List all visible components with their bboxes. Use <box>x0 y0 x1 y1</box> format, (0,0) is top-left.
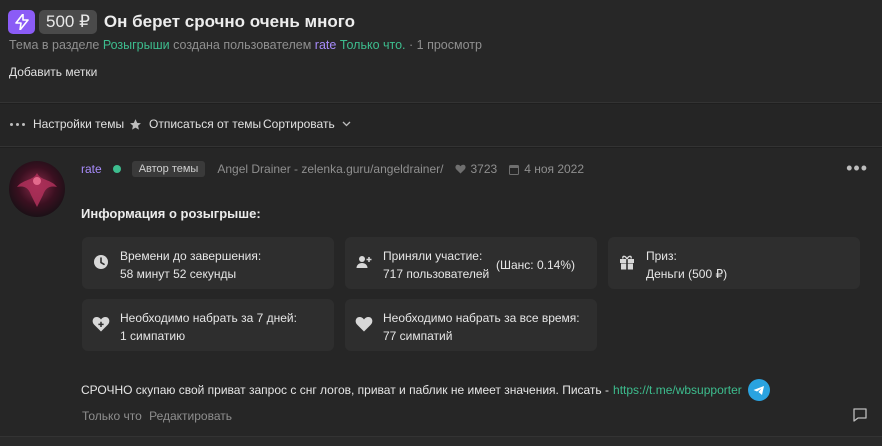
add-tags-link[interactable]: Добавить метки <box>9 65 97 79</box>
need-7-days-label: Необходимо набрать за 7 дней: <box>120 311 297 325</box>
meta-time[interactable]: Только что. <box>340 38 406 52</box>
calendar-icon <box>509 164 520 175</box>
giveaway-info-title: Информация о розыгрыше: <box>81 206 261 221</box>
post-date[interactable]: 4 ноя 2022 <box>509 162 584 176</box>
time-left-value: 58 минут 52 секунды <box>120 267 237 281</box>
thread-meta: Тема в разделе Розыгрыши создана пользов… <box>9 38 482 52</box>
heart-icon <box>355 315 373 333</box>
telegram-icon[interactable] <box>747 379 770 401</box>
user-plus-icon <box>355 253 373 271</box>
reply-icon[interactable] <box>852 407 868 428</box>
prize-value: Деньги (500 ₽) <box>646 267 728 281</box>
thread-header: 500 ₽ Он берет срочно очень много Тема в… <box>0 0 882 103</box>
card-participants: Приняли участие: 717 пользователей (Шанс… <box>345 237 597 289</box>
author-badge: Автор темы <box>131 161 206 177</box>
telegram-link[interactable]: https://t.me/wbsupporter <box>613 383 742 397</box>
meta-created-by: создана пользователем <box>173 38 312 52</box>
sort-dropdown[interactable]: Сортировать <box>263 117 351 131</box>
heart-plus-icon <box>92 315 110 333</box>
prize-label: Приз: <box>646 249 677 263</box>
price-badge: 500 ₽ <box>39 10 97 34</box>
card-time-left: Времени до завершения: 58 минут 52 секун… <box>82 237 334 289</box>
post-footer: Только что Редактировать <box>82 409 232 423</box>
meta-separator: · <box>409 38 414 52</box>
online-indicator <box>112 165 121 173</box>
participants-value: 717 пользователей <box>383 267 490 281</box>
thread-settings-button[interactable]: Настройки темы <box>10 117 124 131</box>
need-all-time-label: Необходимо набрать за все время: <box>383 311 580 325</box>
meta-prefix: Тема в разделе <box>9 38 100 52</box>
more-options-icon[interactable]: ••• <box>846 158 868 179</box>
clock-icon <box>92 253 110 271</box>
thread-toolbar: Настройки темы Отписаться от темы Сортир… <box>0 104 882 147</box>
time-left-label: Времени до завершения: <box>120 249 262 263</box>
participants-chance: (Шанс: 0.14%) <box>496 258 575 272</box>
thread-settings-label: Настройки темы <box>33 117 125 131</box>
need-7-days-value: 1 симпатию <box>120 329 186 343</box>
author-link[interactable]: rate <box>315 38 337 52</box>
avatar[interactable] <box>9 161 65 217</box>
sort-label: Сортировать <box>263 117 335 131</box>
post-body-text: СРОЧНО скупаю свой приват запрос с снг л… <box>81 383 610 397</box>
dots-icon <box>10 122 25 126</box>
post-body: СРОЧНО скупаю свой приват запрос с снг л… <box>81 379 770 401</box>
thread-title: Он берет срочно очень много <box>103 12 355 31</box>
post-date-value: 4 ноя 2022 <box>524 162 585 176</box>
bolt-icon <box>8 10 35 34</box>
heart-icon <box>455 164 467 174</box>
post-footer-time[interactable]: Только что <box>82 409 142 423</box>
section-link[interactable]: Розыгрыши <box>103 38 170 52</box>
post: rate Автор темы Angel Drainer - zelenka.… <box>0 148 882 446</box>
edit-link[interactable]: Редактировать <box>149 409 232 423</box>
post-header: rate Автор темы Angel Drainer - zelenka.… <box>81 161 584 177</box>
post-username[interactable]: rate <box>81 162 102 176</box>
star-icon <box>129 118 142 131</box>
unsubscribe-label: Отписаться от темы <box>149 117 262 131</box>
like-count-value: 3723 <box>470 162 498 176</box>
card-need-7-days: Необходимо набрать за 7 дней: 1 симпатию <box>82 299 334 351</box>
card-prize: Приз: Деньги (500 ₽) <box>608 237 860 289</box>
unsubscribe-button[interactable]: Отписаться от темы <box>129 117 261 131</box>
user-title: Angel Drainer - zelenka.guru/angeldraine… <box>217 162 444 176</box>
title-row: 500 ₽ Он берет срочно очень много <box>8 10 355 34</box>
card-need-all-time: Необходимо набрать за все время: 77 симп… <box>345 299 597 351</box>
gift-icon <box>618 253 636 271</box>
chevron-down-icon <box>342 121 351 127</box>
participants-label: Приняли участие: <box>383 249 483 263</box>
post-bottom-bar <box>0 436 882 446</box>
need-all-time-value: 77 симпатий <box>383 329 453 343</box>
meta-views: 1 просмотр <box>416 38 482 52</box>
like-count: 3723 <box>455 162 497 176</box>
